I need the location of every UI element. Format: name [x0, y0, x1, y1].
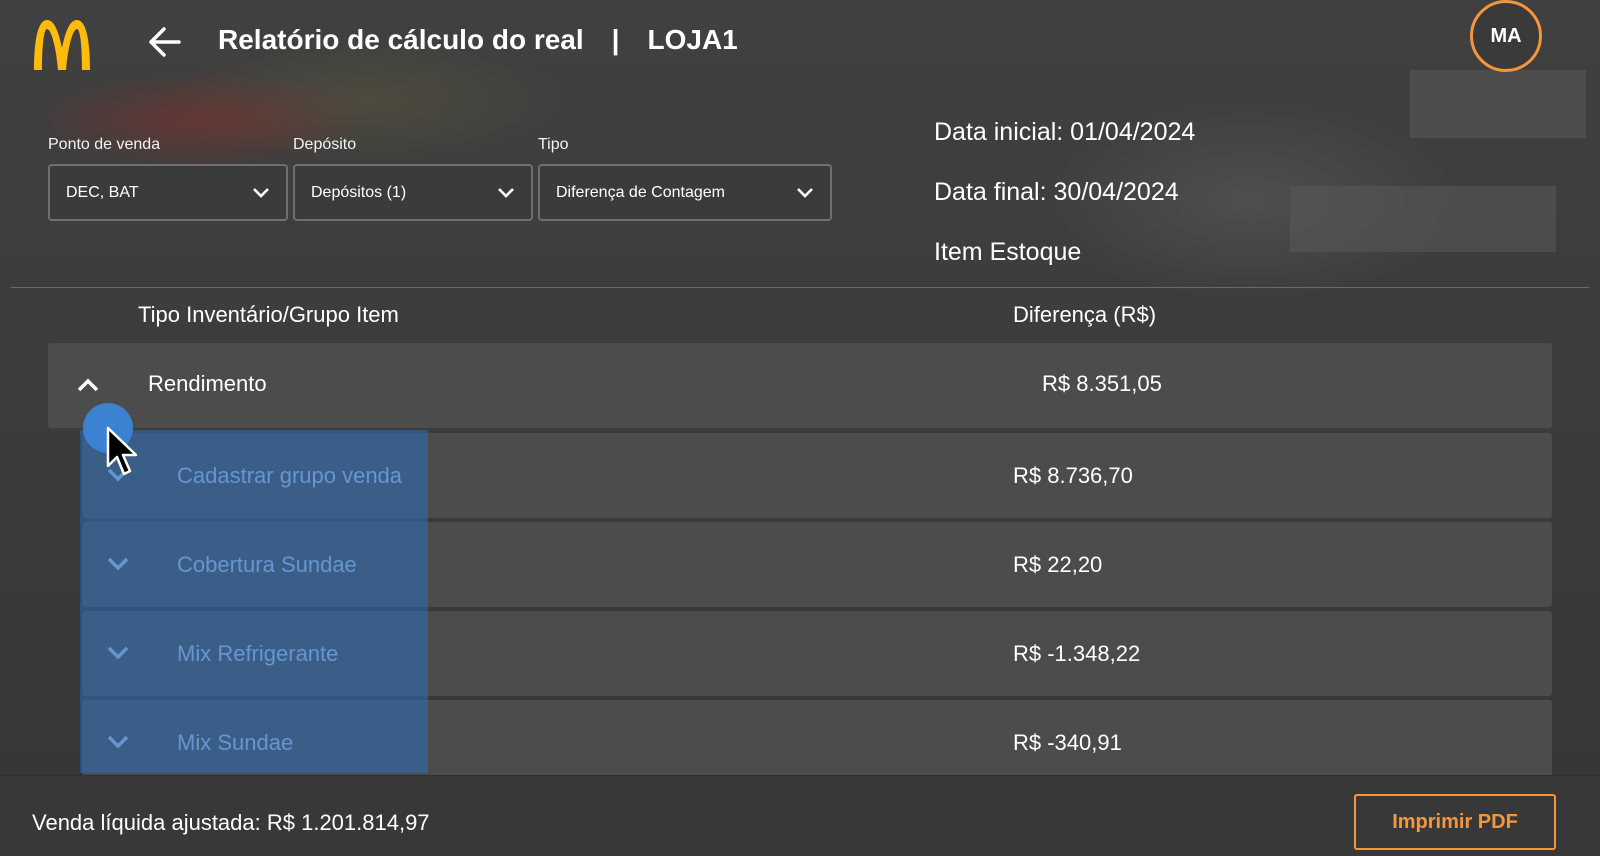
select-value: Depósitos (1)	[311, 183, 407, 201]
table-row[interactable]: Mix Sundae R$ -340,91	[80, 700, 1552, 785]
title-separator: |	[611, 24, 620, 55]
filter-label: Ponto de venda	[48, 136, 161, 153]
avatar-initials: MA	[1490, 24, 1522, 47]
store-name: LOJA1	[647, 24, 738, 55]
deposito-select[interactable]: Depósitos (1)	[293, 164, 533, 221]
group-row-rendimento[interactable]: Rendimento R$ 8.351,05	[48, 343, 1552, 428]
net-sales-text: Venda líquida ajustada: R$ 1.201.814,97	[32, 810, 430, 835]
data-final: Data final: 30/04/2024	[934, 178, 1179, 206]
background-blur-panel	[1410, 70, 1586, 138]
column-header-diferenca: Diferença (R$)	[1013, 302, 1157, 327]
filter-tipo: Tipo Diferença de Contagem	[538, 136, 832, 221]
page-title: Relatório de cálculo do real | LOJA1	[218, 24, 738, 56]
column-header-grupo: Tipo Inventário/Grupo Item	[138, 302, 399, 327]
filter-ponto-de-venda: Ponto de venda DEC, BAT	[48, 136, 288, 221]
row-value: R$ 22,20	[1013, 552, 1103, 577]
group-name: Rendimento	[148, 371, 267, 396]
row-value: R$ -1.348,22	[1013, 641, 1141, 666]
filter-deposito: Depósito Depósitos (1)	[293, 136, 533, 221]
filter-label: Tipo	[538, 136, 569, 153]
user-avatar[interactable]: MA	[1470, 0, 1542, 72]
filter-label: Depósito	[293, 136, 357, 153]
item-estoque-label: Item Estoque	[934, 238, 1082, 266]
divider	[11, 287, 1589, 288]
chevron-down-icon	[253, 187, 269, 198]
mcdonalds-logo-icon	[30, 16, 94, 70]
chevron-down-icon[interactable]	[98, 633, 138, 673]
tipo-select[interactable]: Diferença de Contagem	[538, 164, 832, 221]
table-row[interactable]: Mix Refrigerante R$ -1.348,22	[80, 611, 1552, 696]
chevron-down-icon	[797, 187, 813, 198]
select-value: DEC, BAT	[66, 183, 139, 201]
print-pdf-button[interactable]: Imprimir PDF	[1354, 794, 1556, 850]
chevron-down-icon[interactable]	[98, 722, 138, 762]
table-row[interactable]: Cobertura Sundae R$ 22,20	[80, 522, 1552, 607]
group-value: R$ 8.351,05	[1042, 371, 1162, 396]
footer-bar: Venda líquida ajustada: R$ 1.201.814,97 …	[0, 775, 1600, 856]
row-name: Cobertura Sundae	[177, 552, 357, 577]
chevron-down-icon[interactable]	[98, 544, 138, 584]
select-value: Diferença de Contagem	[556, 183, 725, 201]
row-name: Cadastrar grupo venda	[177, 463, 403, 488]
row-name: Mix Sundae	[177, 730, 294, 755]
chevron-up-icon[interactable]	[68, 365, 108, 405]
ponto-de-venda-select[interactable]: DEC, BAT	[48, 164, 288, 221]
chevron-down-icon	[498, 187, 514, 198]
row-value: R$ -340,91	[1013, 730, 1122, 755]
mouse-pointer-icon	[106, 426, 140, 478]
row-value: R$ 8.736,70	[1013, 463, 1133, 488]
page-title-text: Relatório de cálculo do real	[218, 24, 584, 55]
data-inicial: Data inicial: 01/04/2024	[934, 118, 1196, 146]
row-name: Mix Refrigerante	[177, 641, 339, 666]
table-row[interactable]: Cadastrar grupo venda R$ 8.736,70	[80, 433, 1552, 518]
background-blur-panel	[1290, 186, 1556, 252]
back-arrow-icon[interactable]	[144, 22, 184, 62]
